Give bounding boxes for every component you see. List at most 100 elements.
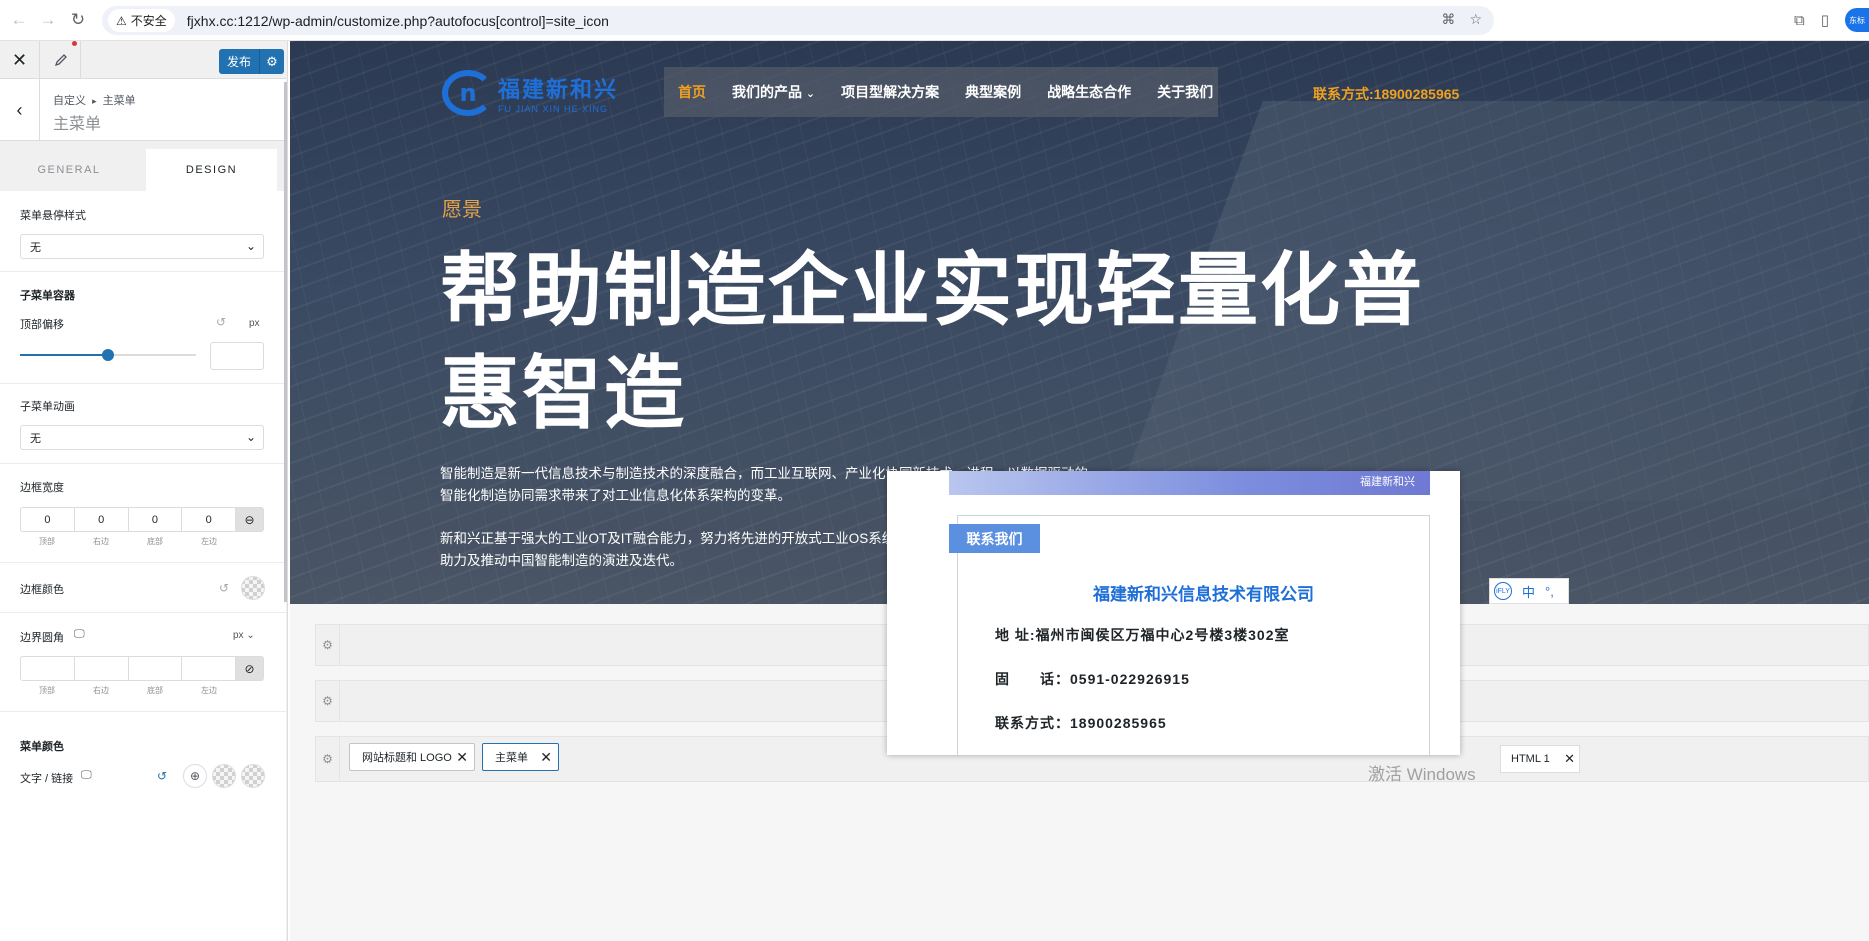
top-offset-label: 顶部偏移 [20, 319, 64, 331]
back-arrow-icon[interactable]: ← [4, 5, 34, 35]
translate-icon[interactable]: ⌘ [1441, 11, 1455, 28]
radius-top[interactable] [21, 657, 75, 680]
customizer-sidebar: ✕ 发布 ⚙ ‹ 自定义 ▸ 主菜单 主菜单 GENERAL DESIGN 菜单… [0, 41, 288, 941]
unlink-values-icon[interactable]: ⊘ [235, 656, 264, 681]
menu-item-products[interactable]: 我们的产品 ⌄ [732, 82, 815, 102]
menu-item-home[interactable]: 首页 [678, 82, 706, 102]
builder-item-logo[interactable]: 网站标题和 LOGO ✕ [349, 743, 475, 771]
desktop-icon[interactable]: 🖵 [81, 769, 92, 782]
row-settings-gear-icon[interactable]: ⚙ [316, 737, 340, 781]
panel-title: 主菜单 [53, 116, 102, 133]
site-logo[interactable]: n 福建新和兴 FU JIAN XIN HE XING [442, 70, 618, 116]
slider-handle[interactable] [102, 349, 114, 361]
border-width-bottom[interactable]: 0 [129, 508, 183, 531]
design-panel [0, 191, 286, 941]
hover-style-label: 菜单悬停样式 [20, 210, 86, 222]
bookmark-star-icon[interactable]: ☆ [1469, 11, 1482, 28]
remove-icon[interactable]: ✕ [456, 749, 468, 766]
url-text[interactable]: fjxhx.cc:1212/wp-admin/customize.php?aut… [187, 13, 609, 29]
border-width-left[interactable]: 0 [182, 508, 235, 531]
border-radius-unit[interactable]: px ⌄ [233, 630, 255, 641]
hover-style-select[interactable]: 无 ⌄ [20, 234, 264, 259]
sidebar-scrollbar[interactable] [284, 82, 287, 602]
contact-card-overlay: 福建新和兴 联系我们 福建新和兴信息技术有限公司 地 址:福州市闽侯区万福中心2… [887, 471, 1460, 755]
reset-icon[interactable]: ↺ [216, 315, 226, 329]
publish-button[interactable]: 发布 ⚙ [219, 49, 284, 74]
divider [0, 383, 286, 384]
divider [0, 562, 286, 563]
ime-language[interactable]: 中 [1522, 582, 1535, 601]
border-radius-side-labels: 顶部 右边 底部 左边 [20, 685, 236, 696]
desktop-icon[interactable]: 🖵 [74, 628, 85, 641]
extensions-icon[interactable]: ⧉ [1794, 12, 1805, 29]
submenu-animation-select[interactable]: 无 ⌄ [20, 425, 264, 450]
link-hover-color-swatch[interactable] [241, 764, 265, 788]
builder-item-logo-label: 网站标题和 LOGO [362, 752, 452, 764]
card-tag: 联系我们 [949, 524, 1040, 553]
gear-icon[interactable]: ⚙ [259, 49, 284, 74]
card-phone: 固 话：0591-022926915 [995, 671, 1190, 687]
windows-activation-watermark: 激活 Windows [1368, 765, 1476, 784]
border-width-right[interactable]: 0 [75, 508, 129, 531]
breadcrumb: 自定义 ▸ 主菜单 [53, 92, 136, 108]
reset-icon[interactable]: ↺ [157, 769, 167, 783]
side-label-left: 左边 [201, 537, 217, 546]
remove-icon[interactable]: ✕ [1564, 751, 1575, 767]
reload-icon[interactable]: ↻ [63, 5, 93, 35]
builder-item-menu-label: 主菜单 [495, 752, 528, 764]
insecure-label: 不安全 [130, 14, 167, 28]
builder-item-primary-menu[interactable]: 主菜单 ✕ [482, 743, 559, 771]
address-bar[interactable]: ⚠ 不安全 fjxhx.cc:1212/wp-admin/customize.p… [102, 6, 1494, 35]
security-indicator[interactable]: ⚠ 不安全 [108, 9, 175, 32]
reset-icon[interactable]: ↺ [219, 581, 229, 595]
chevron-down-icon: ⌄ [805, 88, 816, 100]
tab-design[interactable]: DESIGN [146, 149, 277, 191]
hero-eyebrow: 愿景 [442, 199, 482, 221]
text-link-label: 文字 / 链接 [20, 773, 74, 785]
ime-punctuation-icon[interactable]: °, [1545, 584, 1554, 599]
pencil-icon[interactable] [41, 41, 81, 79]
text-color-swatch[interactable] [212, 764, 236, 788]
logo-mark-icon: n [442, 70, 494, 116]
border-radius-unit-text: px [233, 630, 244, 641]
card-contact: 联系方式：18900285965 [995, 715, 1167, 731]
back-chevron-icon[interactable]: ‹ [0, 79, 40, 141]
border-radius-inputs [20, 656, 236, 681]
border-color-swatch[interactable] [241, 576, 265, 600]
panel-tabs: GENERAL DESIGN [0, 149, 277, 191]
tab-general[interactable]: GENERAL [0, 149, 138, 191]
primary-menu: 首页 我们的产品 ⌄ 项目型解决方案 典型案例 战略生态合作 关于我们 [664, 67, 1218, 117]
remove-icon[interactable]: ✕ [540, 749, 552, 766]
border-width-inputs: 0 0 0 0 [20, 507, 236, 532]
divider [0, 711, 286, 712]
logo-en-text: FU JIAN XIN HE XING [498, 104, 609, 114]
globe-icon[interactable]: ⊕ [183, 764, 207, 788]
border-width-top[interactable]: 0 [21, 508, 75, 531]
menu-item-cases[interactable]: 典型案例 [965, 82, 1021, 102]
menu-item-solutions[interactable]: 项目型解决方案 [841, 82, 939, 102]
forward-arrow-icon[interactable]: → [33, 5, 63, 35]
row-settings-gear-icon[interactable]: ⚙ [316, 681, 340, 721]
header-contact[interactable]: 联系方式:18900285965 [1313, 84, 1459, 104]
border-color-label: 边框颜色 [20, 584, 64, 596]
top-offset-input[interactable] [210, 342, 264, 370]
card-banner: 福建新和兴 [949, 471, 1430, 495]
border-radius-label: 边界圆角 [20, 632, 64, 644]
radius-left[interactable] [182, 657, 235, 680]
panel-header: ‹ 自定义 ▸ 主菜单 主菜单 [0, 79, 286, 141]
menu-item-partners[interactable]: 战略生态合作 [1047, 82, 1131, 102]
close-icon[interactable]: ✕ [0, 41, 40, 79]
builder-item-html[interactable]: HTML 1 ✕ [1500, 745, 1580, 773]
publish-label: 发布 [226, 55, 251, 69]
menu-item-about[interactable]: 关于我们 [1157, 82, 1213, 102]
row-settings-gear-icon[interactable]: ⚙ [316, 625, 340, 665]
profile-avatar[interactable]: 东标 [1845, 8, 1869, 32]
link-values-icon[interactable]: ⊖ [235, 507, 264, 532]
radius-right[interactable] [75, 657, 129, 680]
menu-item-products-label: 我们的产品 [732, 84, 802, 100]
submenu-container-label: 子菜单容器 [20, 290, 75, 302]
logo-cn-text: 福建新和兴 [498, 77, 619, 102]
top-offset-unit[interactable]: px [249, 318, 260, 329]
sidebar-icon[interactable]: ▯ [1821, 11, 1829, 29]
radius-bottom[interactable] [129, 657, 183, 680]
